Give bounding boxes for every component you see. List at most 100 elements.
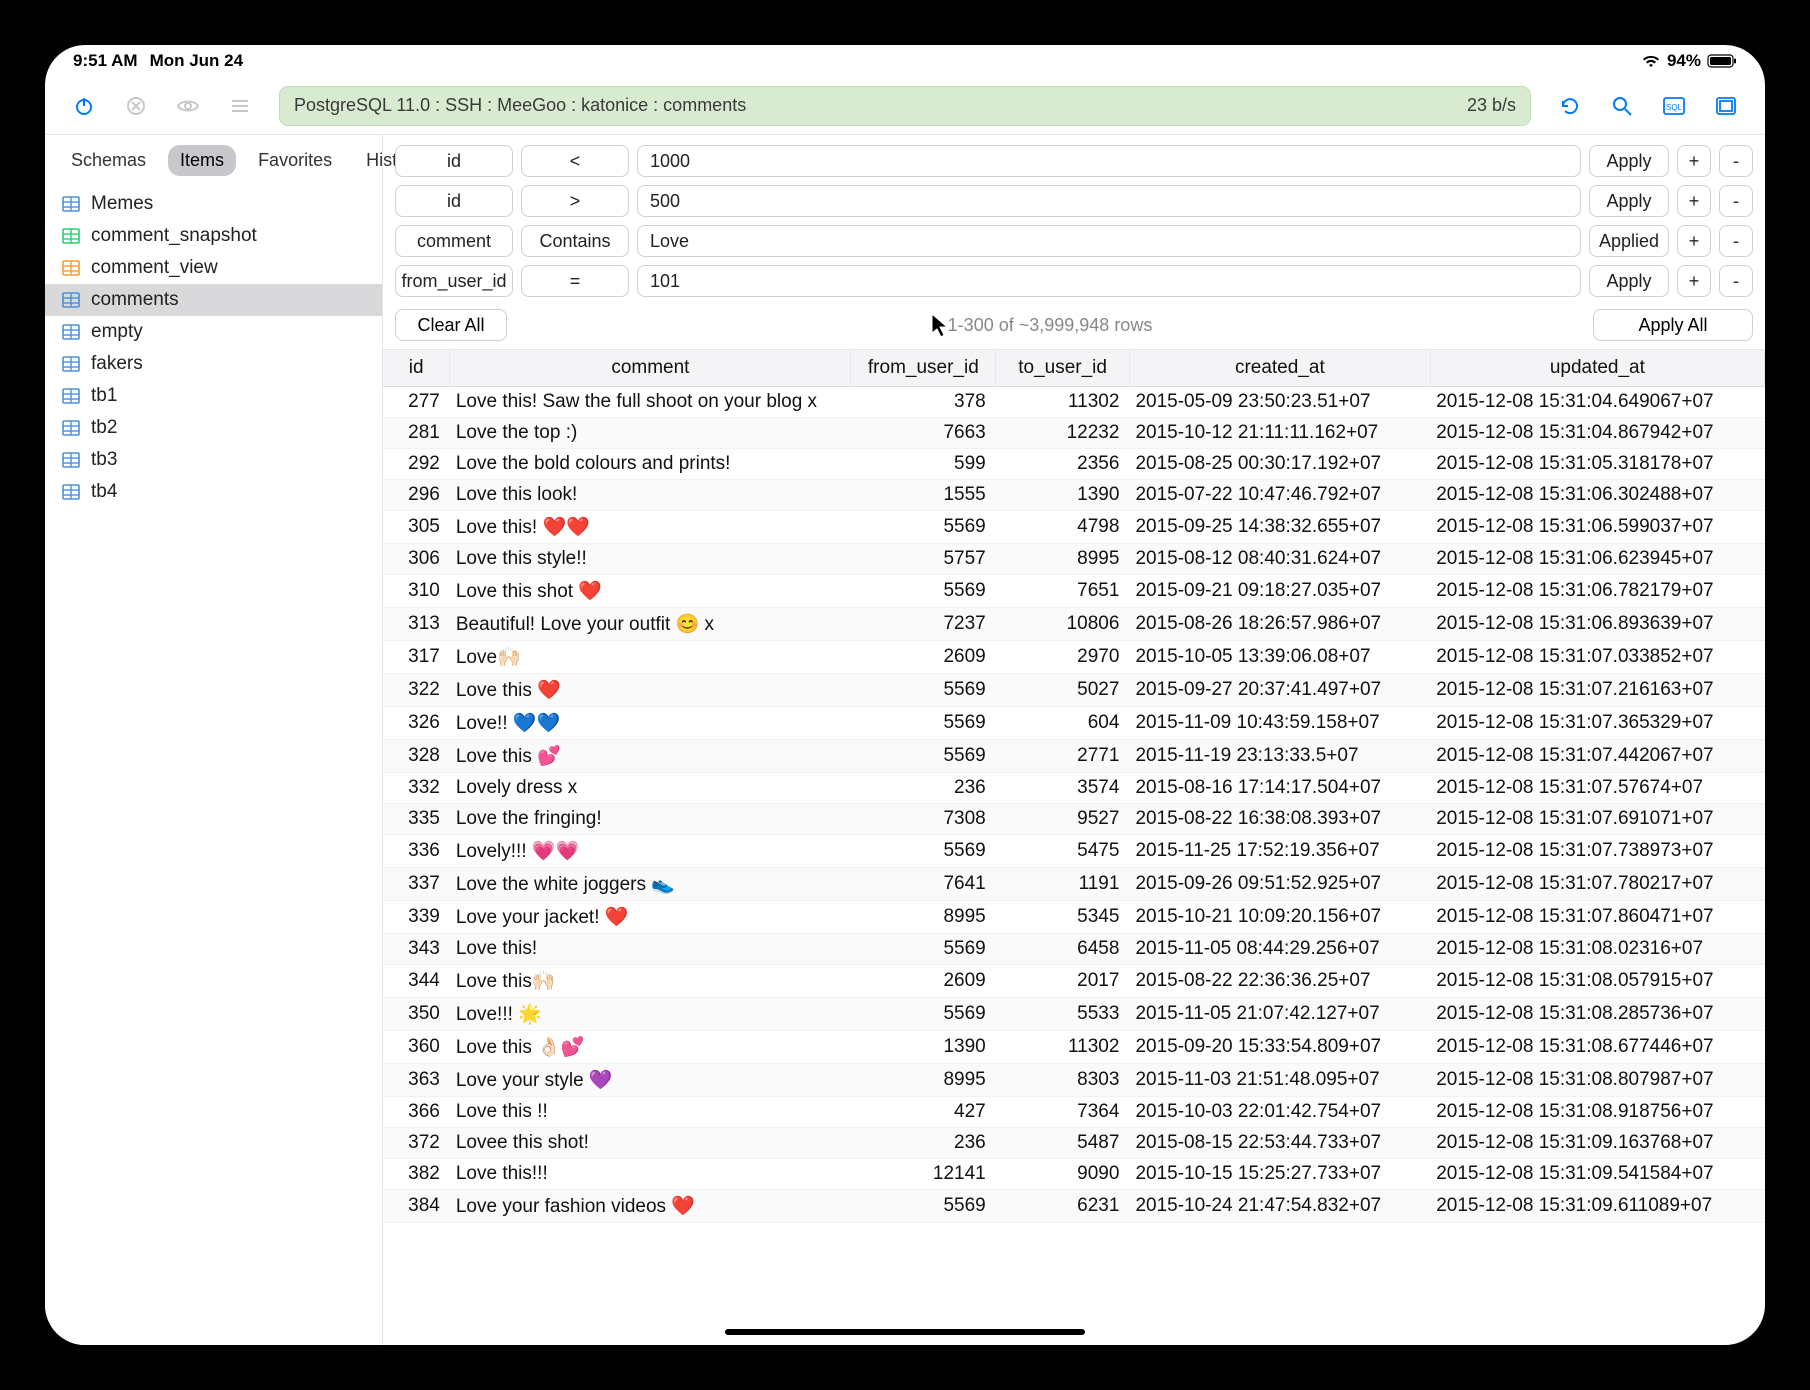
col-header-updated[interactable]: updated_at bbox=[1430, 350, 1764, 387]
cell-comment[interactable]: Love this style!! bbox=[450, 544, 851, 575]
sql-icon[interactable]: SQL bbox=[1653, 85, 1695, 127]
cell-to[interactable]: 4798 bbox=[996, 511, 1130, 544]
table-row[interactable]: 292 Love the bold colours and prints! 59… bbox=[383, 449, 1765, 480]
table-row[interactable]: 350 Love!!! 🌟 5569 5533 2015-11-05 21:07… bbox=[383, 998, 1765, 1031]
cell-comment[interactable]: Love the fringing! bbox=[450, 804, 851, 835]
cell-updated[interactable]: 2015-12-08 15:31:09.163768+07 bbox=[1430, 1128, 1764, 1159]
cell-id[interactable]: 344 bbox=[383, 965, 450, 998]
cell-id[interactable]: 332 bbox=[383, 773, 450, 804]
filter-op-select[interactable]: < bbox=[521, 145, 629, 177]
cell-comment[interactable]: Love your fashion videos ❤️ bbox=[450, 1190, 851, 1223]
cell-to[interactable]: 12232 bbox=[996, 418, 1130, 449]
cell-created[interactable]: 2015-10-03 22:01:42.754+07 bbox=[1129, 1097, 1430, 1128]
cell-created[interactable]: 2015-09-25 14:38:32.655+07 bbox=[1129, 511, 1430, 544]
table-row[interactable]: 310 Love this shot ❤️ 5569 7651 2015-09-… bbox=[383, 575, 1765, 608]
search-icon[interactable] bbox=[1601, 85, 1643, 127]
cell-comment[interactable]: Love your style 💜 bbox=[450, 1064, 851, 1097]
refresh-icon[interactable] bbox=[1549, 85, 1591, 127]
cell-created[interactable]: 2015-08-22 22:36:36.25+07 bbox=[1129, 965, 1430, 998]
cell-comment[interactable]: Love this 💕 bbox=[450, 740, 851, 773]
cell-created[interactable]: 2015-08-12 08:40:31.624+07 bbox=[1129, 544, 1430, 575]
cell-from[interactable]: 2609 bbox=[851, 641, 996, 674]
cell-updated[interactable]: 2015-12-08 15:31:06.599037+07 bbox=[1430, 511, 1764, 544]
cell-from[interactable]: 236 bbox=[851, 1128, 996, 1159]
cell-updated[interactable]: 2015-12-08 15:31:04.649067+07 bbox=[1430, 387, 1764, 418]
cell-to[interactable]: 5487 bbox=[996, 1128, 1130, 1159]
cell-from[interactable]: 8995 bbox=[851, 1064, 996, 1097]
cell-from[interactable]: 1390 bbox=[851, 1031, 996, 1064]
cell-from[interactable]: 5569 bbox=[851, 934, 996, 965]
table-row[interactable]: 382 Love this!!! 12141 9090 2015-10-15 1… bbox=[383, 1159, 1765, 1190]
cell-updated[interactable]: 2015-12-08 15:31:08.677446+07 bbox=[1430, 1031, 1764, 1064]
cell-created[interactable]: 2015-07-22 10:47:46.792+07 bbox=[1129, 480, 1430, 511]
table-row[interactable]: 313 Beautiful! Love your outfit 😊 x 7237… bbox=[383, 608, 1765, 641]
clear-all-button[interactable]: Clear All bbox=[395, 309, 507, 341]
cell-comment[interactable]: Love this 👌🏻💕 bbox=[450, 1031, 851, 1064]
cell-updated[interactable]: 2015-12-08 15:31:08.918756+07 bbox=[1430, 1097, 1764, 1128]
cell-to[interactable]: 9527 bbox=[996, 804, 1130, 835]
cell-id[interactable]: 336 bbox=[383, 835, 450, 868]
cell-to[interactable]: 3574 bbox=[996, 773, 1130, 804]
cell-id[interactable]: 372 bbox=[383, 1128, 450, 1159]
filter-apply-button[interactable]: Applied bbox=[1589, 225, 1669, 257]
cell-to[interactable]: 5027 bbox=[996, 674, 1130, 707]
cell-comment[interactable]: Love this! Saw the full shoot on your bl… bbox=[450, 387, 851, 418]
cell-from[interactable]: 427 bbox=[851, 1097, 996, 1128]
cell-id[interactable]: 382 bbox=[383, 1159, 450, 1190]
cell-updated[interactable]: 2015-12-08 15:31:06.302488+07 bbox=[1430, 480, 1764, 511]
cell-updated[interactable]: 2015-12-08 15:31:07.738973+07 bbox=[1430, 835, 1764, 868]
filter-add-button[interactable]: + bbox=[1677, 185, 1711, 217]
cell-created[interactable]: 2015-09-27 20:37:41.497+07 bbox=[1129, 674, 1430, 707]
table-row[interactable]: 363 Love your style 💜 8995 8303 2015-11-… bbox=[383, 1064, 1765, 1097]
cell-from[interactable]: 5569 bbox=[851, 707, 996, 740]
cell-from[interactable]: 599 bbox=[851, 449, 996, 480]
cell-id[interactable]: 292 bbox=[383, 449, 450, 480]
filter-remove-button[interactable]: - bbox=[1719, 225, 1753, 257]
table-row[interactable]: 337 Love the white joggers 👟 7641 1191 2… bbox=[383, 868, 1765, 901]
cell-comment[interactable]: Love the top :) bbox=[450, 418, 851, 449]
cell-created[interactable]: 2015-09-26 09:51:52.925+07 bbox=[1129, 868, 1430, 901]
cell-created[interactable]: 2015-08-16 17:14:17.504+07 bbox=[1129, 773, 1430, 804]
panels-icon[interactable] bbox=[1705, 85, 1747, 127]
table-row[interactable]: 296 Love this look! 1555 1390 2015-07-22… bbox=[383, 480, 1765, 511]
cell-comment[interactable]: Love this🙌🏻 bbox=[450, 965, 851, 998]
sidebar-item-empty[interactable]: empty bbox=[45, 316, 382, 348]
cell-id[interactable]: 281 bbox=[383, 418, 450, 449]
cell-comment[interactable]: Love!!! 🌟 bbox=[450, 998, 851, 1031]
cell-comment[interactable]: Love this look! bbox=[450, 480, 851, 511]
cell-updated[interactable]: 2015-12-08 15:31:06.623945+07 bbox=[1430, 544, 1764, 575]
table-row[interactable]: 384 Love your fashion videos ❤️ 5569 623… bbox=[383, 1190, 1765, 1223]
cell-created[interactable]: 2015-11-05 21:07:42.127+07 bbox=[1129, 998, 1430, 1031]
cell-from[interactable]: 5569 bbox=[851, 1190, 996, 1223]
cell-comment[interactable]: Beautiful! Love your outfit 😊 x bbox=[450, 608, 851, 641]
cell-to[interactable]: 6231 bbox=[996, 1190, 1130, 1223]
filter-remove-button[interactable]: - bbox=[1719, 265, 1753, 297]
cell-id[interactable]: 310 bbox=[383, 575, 450, 608]
cell-created[interactable]: 2015-10-15 15:25:27.733+07 bbox=[1129, 1159, 1430, 1190]
filter-value-input[interactable]: 101 bbox=[637, 265, 1581, 297]
sidebar-item-tb1[interactable]: tb1 bbox=[45, 380, 382, 412]
cell-id[interactable]: 339 bbox=[383, 901, 450, 934]
filter-op-select[interactable]: > bbox=[521, 185, 629, 217]
filter-value-input[interactable]: 500 bbox=[637, 185, 1581, 217]
cell-created[interactable]: 2015-11-03 21:51:48.095+07 bbox=[1129, 1064, 1430, 1097]
table-row[interactable]: 344 Love this🙌🏻 2609 2017 2015-08-22 22:… bbox=[383, 965, 1765, 998]
table-row[interactable]: 360 Love this 👌🏻💕 1390 11302 2015-09-20 … bbox=[383, 1031, 1765, 1064]
cell-created[interactable]: 2015-11-19 23:13:33.5+07 bbox=[1129, 740, 1430, 773]
table-row[interactable]: 328 Love this 💕 5569 2771 2015-11-19 23:… bbox=[383, 740, 1765, 773]
cell-from[interactable]: 12141 bbox=[851, 1159, 996, 1190]
cell-from[interactable]: 1555 bbox=[851, 480, 996, 511]
sidebar-item-comment-snapshot[interactable]: comment_snapshot bbox=[45, 220, 382, 252]
sidebar-item-Memes[interactable]: Memes bbox=[45, 188, 382, 220]
filter-value-input[interactable]: 1000 bbox=[637, 145, 1581, 177]
cell-to[interactable]: 11302 bbox=[996, 387, 1130, 418]
cell-to[interactable]: 8995 bbox=[996, 544, 1130, 575]
cell-updated[interactable]: 2015-12-08 15:31:07.57674+07 bbox=[1430, 773, 1764, 804]
table-row[interactable]: 366 Love this !! 427 7364 2015-10-03 22:… bbox=[383, 1097, 1765, 1128]
cell-from[interactable]: 236 bbox=[851, 773, 996, 804]
cell-from[interactable]: 5569 bbox=[851, 740, 996, 773]
sidebar-item-tb3[interactable]: tb3 bbox=[45, 444, 382, 476]
table-row[interactable]: 322 Love this ❤️ 5569 5027 2015-09-27 20… bbox=[383, 674, 1765, 707]
filter-add-button[interactable]: + bbox=[1677, 265, 1711, 297]
cell-comment[interactable]: Love this!!! bbox=[450, 1159, 851, 1190]
